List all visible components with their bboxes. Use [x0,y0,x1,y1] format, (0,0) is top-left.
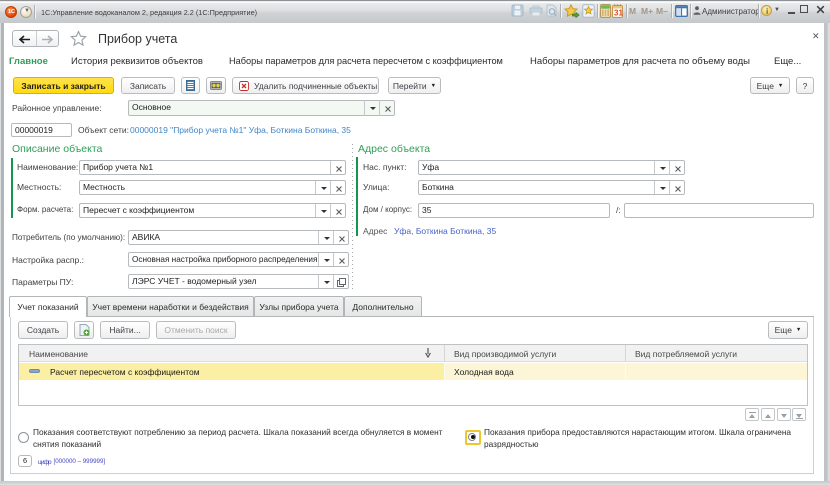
svg-text:31: 31 [614,9,623,18]
